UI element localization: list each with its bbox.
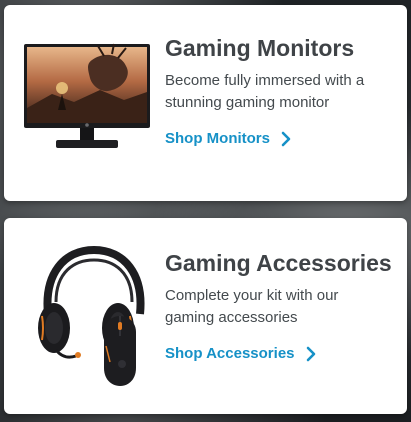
gaming-monitors-content: Gaming Monitors Become fully immersed wi… [165, 33, 397, 148]
gaming-headset-mouse-icon[interactable] [34, 236, 154, 396]
card-description: Complete your kit with our gaming access… [165, 287, 339, 326]
gaming-monitor-icon[interactable] [22, 30, 152, 160]
chevron-right-icon [281, 131, 291, 147]
gaming-monitors-card: Gaming Monitors Become fully immersed wi… [4, 5, 407, 201]
shop-accessories-link[interactable]: Shop Accessories [165, 345, 316, 362]
card-title: Gaming Monitors [165, 35, 355, 61]
card-description: Become fully immersed with a stunning ga… [165, 72, 365, 111]
shop-link-label: Shop Accessories [165, 345, 295, 362]
shop-link-label: Shop Monitors [165, 130, 270, 147]
card-title: Gaming Accessories [165, 250, 392, 276]
gaming-accessories-card: Gaming Accessories Complete your kit wit… [4, 218, 407, 414]
gaming-accessories-content: Gaming Accessories Complete your kit wit… [165, 248, 397, 363]
chevron-right-icon [306, 346, 316, 362]
shop-monitors-link[interactable]: Shop Monitors [165, 130, 291, 147]
